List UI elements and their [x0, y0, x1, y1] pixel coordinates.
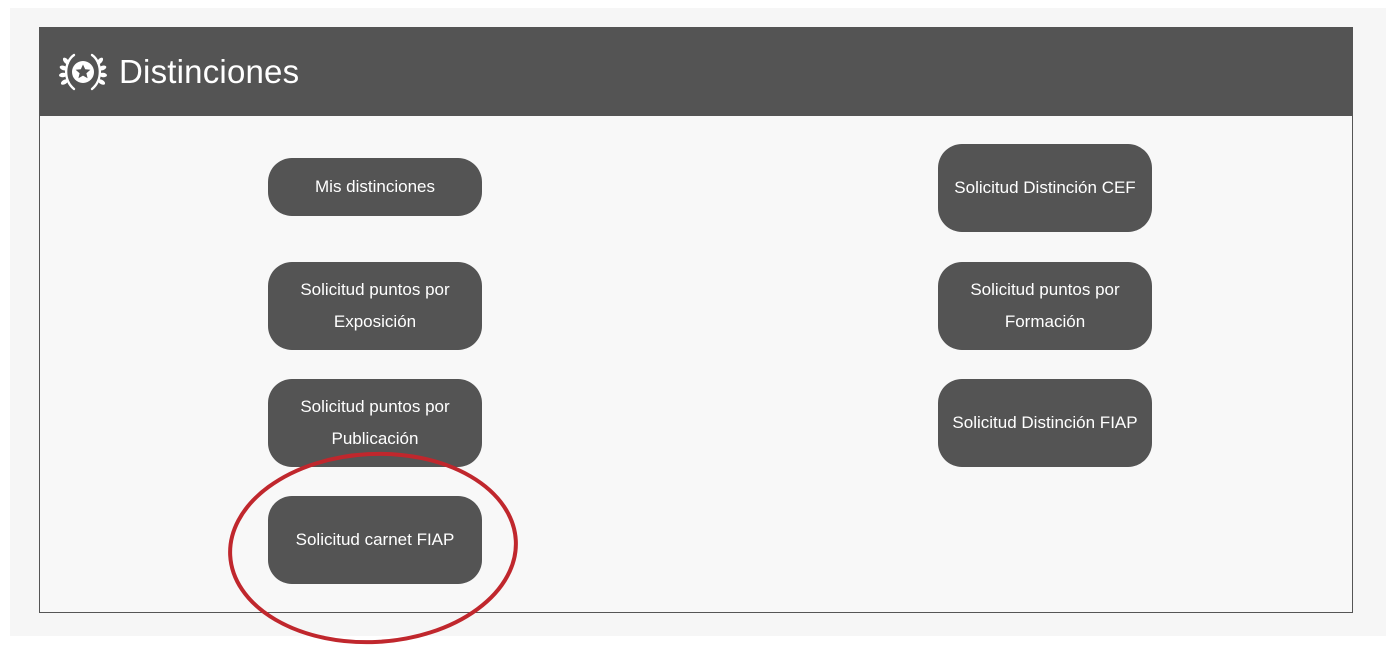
solicitud-puntos-publicacion-button[interactable]: Solicitud puntos por Publicación	[268, 379, 482, 467]
solicitud-distincion-cef-button[interactable]: Solicitud Distinción CEF	[938, 144, 1152, 232]
panel-title: Distinciones	[119, 52, 300, 90]
distinciones-panel: Distinciones	[39, 27, 1353, 613]
solicitud-puntos-exposicion-label: Solicitud puntos por Exposición	[300, 280, 450, 331]
solicitud-distincion-fiap-label: Solicitud Distinción FIAP	[952, 413, 1138, 432]
solicitud-carnet-fiap-label: Solicitud carnet FIAP	[295, 530, 455, 549]
mis-distinciones-button[interactable]: Mis distinciones	[268, 158, 482, 216]
solicitud-puntos-publicacion-label: Solicitud puntos por Publicación	[300, 397, 450, 448]
solicitud-puntos-exposicion-button[interactable]: Solicitud puntos por Exposición	[268, 262, 482, 350]
laurel-star-icon	[57, 46, 109, 98]
solicitud-carnet-fiap-button[interactable]: Solicitud carnet FIAP	[268, 496, 482, 584]
solicitud-puntos-formacion-label: Solicitud puntos por Formación	[970, 280, 1120, 331]
solicitud-distincion-cef-label: Solicitud Distinción CEF	[954, 178, 1136, 197]
solicitud-puntos-formacion-button[interactable]: Solicitud puntos por Formación	[938, 262, 1152, 350]
solicitud-distincion-fiap-button[interactable]: Solicitud Distinción FIAP	[938, 379, 1152, 467]
mis-distinciones-label: Mis distinciones	[315, 177, 435, 196]
panel-header: Distinciones	[39, 27, 1353, 116]
